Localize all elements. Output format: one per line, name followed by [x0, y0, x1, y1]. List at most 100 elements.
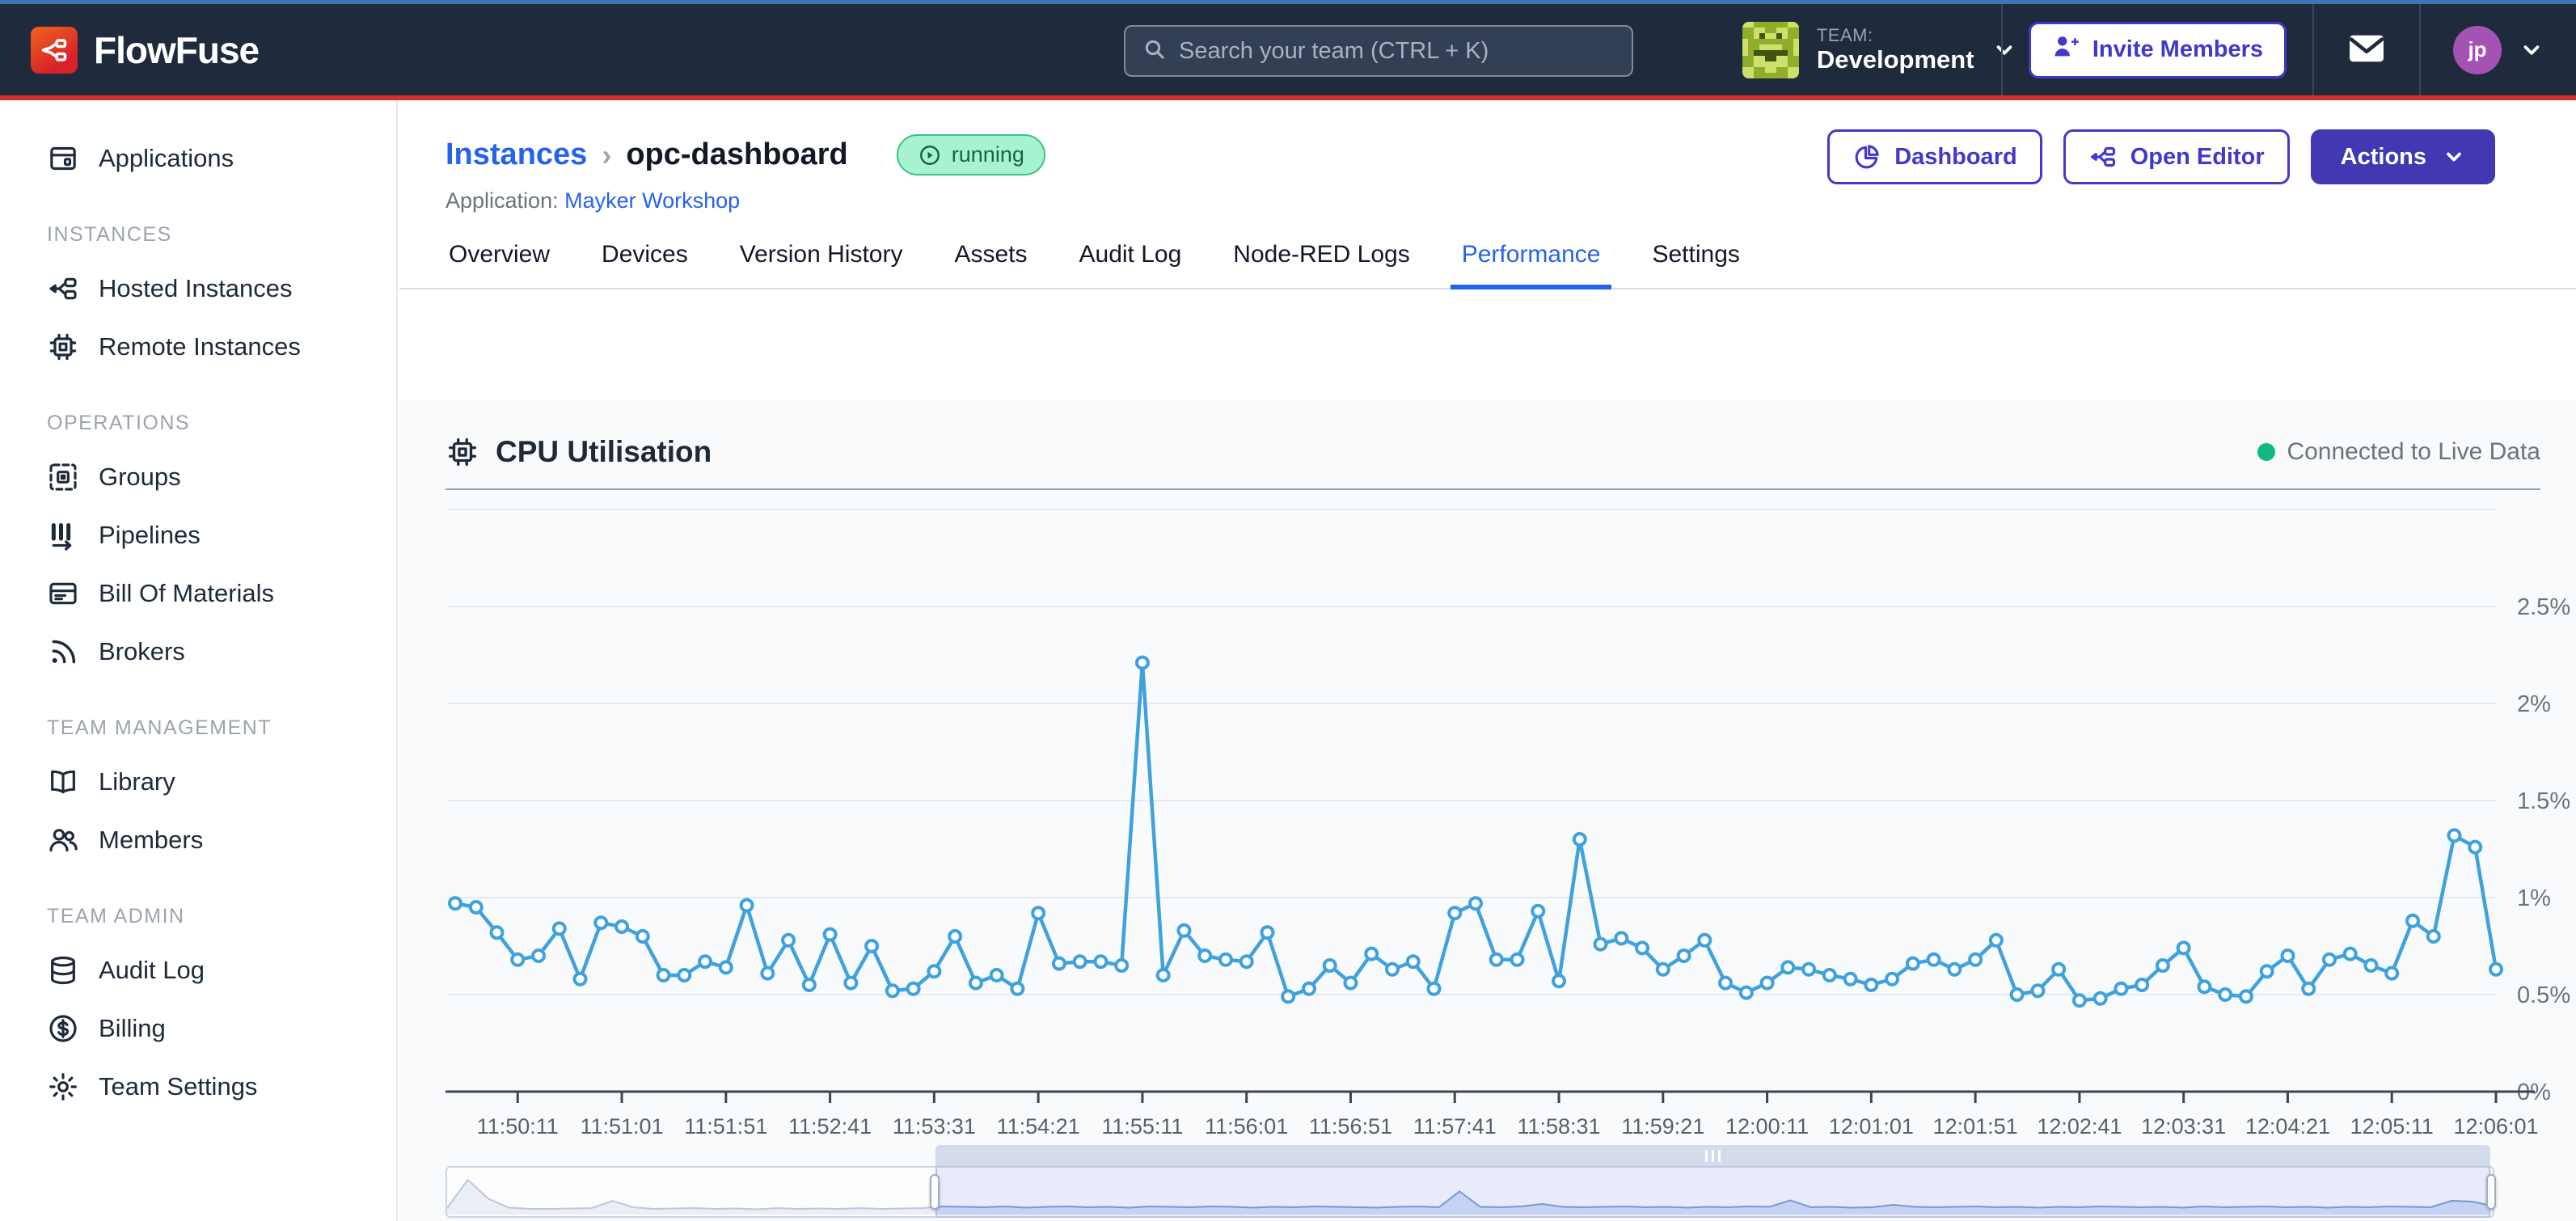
- svg-text:11:50:11: 11:50:11: [477, 1114, 559, 1139]
- svg-text:11:52:41: 11:52:41: [788, 1114, 872, 1139]
- sidebar-item-billing[interactable]: Billing: [0, 999, 396, 1058]
- sidebar-item-label: Bill Of Materials: [99, 579, 274, 608]
- sidebar-section-team-admin: TEAM ADMIN: [47, 905, 396, 928]
- navbar-right: TEAM: Development Invite Members: [1713, 4, 2576, 95]
- tab-devices[interactable]: Devices: [598, 241, 691, 288]
- svg-text:12:01:51: 12:01:51: [1933, 1114, 2018, 1139]
- brush-handle-left[interactable]: [930, 1174, 940, 1210]
- cpu-line-chart: 0%0.5%1%1.5%2%2.5%11:50:1111:51:0111:51:…: [446, 495, 2576, 1142]
- search-input-wrapper[interactable]: [1124, 25, 1633, 77]
- svg-text:12:02:41: 12:02:41: [2037, 1114, 2122, 1139]
- svg-text:12:04:21: 12:04:21: [2245, 1114, 2330, 1139]
- search-icon: [1142, 36, 1168, 66]
- notifications-button[interactable]: [2314, 32, 2419, 67]
- svg-text:2%: 2%: [2517, 691, 2551, 717]
- pipelines-icon: [47, 519, 79, 551]
- sidebar-section-team-management: TEAM MANAGEMENT: [47, 716, 396, 740]
- svg-text:12:01:01: 12:01:01: [1829, 1114, 1914, 1139]
- live-status: Connected to Live Data: [2257, 438, 2540, 466]
- cpu-chip-icon: [47, 331, 79, 363]
- fork-icon: [47, 273, 79, 305]
- sidebar-item-groups[interactable]: Groups: [0, 448, 396, 506]
- tab-overview[interactable]: Overview: [446, 241, 553, 288]
- pie-chart-icon: [1852, 142, 1881, 171]
- main-content: Instances › opc-dashboard running Applic…: [399, 100, 2576, 1221]
- svg-text:11:59:21: 11:59:21: [1621, 1114, 1704, 1139]
- svg-text:11:53:31: 11:53:31: [893, 1114, 976, 1139]
- sidebar-item-hosted-instances[interactable]: Hosted Instances: [0, 260, 396, 318]
- svg-text:12:05:11: 12:05:11: [2350, 1114, 2434, 1139]
- user-plus-icon: [2052, 33, 2080, 67]
- sidebar-item-library[interactable]: Library: [0, 753, 396, 811]
- sidebar: Applications INSTANCES Hosted Instances …: [0, 100, 398, 1221]
- dashboard-button-label: Dashboard: [1894, 144, 2016, 171]
- sidebar-item-members[interactable]: Members: [0, 811, 396, 869]
- team-avatar: [1742, 22, 1799, 78]
- svg-text:2.5%: 2.5%: [2517, 594, 2570, 620]
- open-editor-button[interactable]: Open Editor: [2063, 129, 2290, 184]
- user-avatar: jp: [2453, 26, 2502, 74]
- tab-audit-log[interactable]: Audit Log: [1076, 241, 1185, 288]
- tab-performance[interactable]: Performance: [1459, 241, 1604, 288]
- sidebar-item-label: Brokers: [99, 637, 185, 666]
- brush-selected-region[interactable]: [935, 1166, 2490, 1218]
- application-link[interactable]: Mayker Workshop: [564, 188, 740, 213]
- sidebar-item-remote-instances[interactable]: Remote Instances: [0, 318, 396, 376]
- sidebar-item-pipelines[interactable]: Pipelines: [0, 506, 396, 564]
- svg-text:11:55:11: 11:55:11: [1101, 1114, 1183, 1139]
- performance-panel: CPU Utilisation Connected to Live Data 0…: [399, 399, 2576, 1221]
- sidebar-item-label: Library: [99, 767, 175, 796]
- application-label: Application:: [446, 188, 559, 213]
- brush-selection[interactable]: [935, 1145, 2490, 1219]
- cpu-chip-icon: [446, 435, 479, 469]
- svg-text:12:06:01: 12:06:01: [2453, 1114, 2538, 1139]
- chevron-down-icon: [2519, 38, 2544, 62]
- user-menu[interactable]: jp: [2421, 26, 2576, 74]
- search-input[interactable]: [1179, 38, 1615, 65]
- panel-title-label: CPU Utilisation: [496, 435, 712, 469]
- database-icon: [47, 954, 79, 987]
- team-name: Development: [1817, 45, 1974, 74]
- sidebar-item-bill-of-materials[interactable]: Bill Of Materials: [0, 564, 396, 623]
- panel-divider: [446, 488, 2540, 490]
- open-editor-button-label: Open Editor: [2130, 144, 2265, 171]
- brush-handle-right[interactable]: [2486, 1174, 2496, 1210]
- sidebar-item-label: Pipelines: [99, 521, 201, 550]
- sidebar-item-label: Members: [99, 826, 203, 855]
- svg-text:12:00:11: 12:00:11: [1725, 1114, 1809, 1139]
- breadcrumb-instances-link[interactable]: Instances: [446, 137, 587, 172]
- play-circle-icon: [918, 143, 942, 167]
- users-icon: [47, 824, 79, 856]
- team-selector[interactable]: TEAM: Development: [1713, 22, 2001, 78]
- invite-members-button[interactable]: Invite Members: [2029, 22, 2287, 78]
- logo-text: FlowFuse: [94, 28, 259, 72]
- tab-node-red-logs[interactable]: Node-RED Logs: [1230, 241, 1413, 288]
- top-navbar: FlowFuse: [0, 0, 2576, 100]
- sidebar-item-audit-log[interactable]: Audit Log: [0, 941, 396, 999]
- sidebar-section-instances: INSTANCES: [47, 223, 396, 247]
- applications-icon: [47, 142, 79, 175]
- sidebar-item-brokers[interactable]: Brokers: [0, 623, 396, 681]
- sidebar-item-team-settings[interactable]: Team Settings: [0, 1058, 396, 1116]
- sidebar-item-label: Team Settings: [99, 1072, 257, 1101]
- svg-text:0.5%: 0.5%: [2517, 982, 2570, 1008]
- actions-button[interactable]: Actions: [2311, 129, 2495, 184]
- svg-text:11:54:21: 11:54:21: [997, 1114, 1080, 1139]
- brush-drag-bar[interactable]: [935, 1145, 2490, 1166]
- tab-assets[interactable]: Assets: [951, 241, 1030, 288]
- svg-text:1%: 1%: [2517, 885, 2551, 911]
- tab-settings[interactable]: Settings: [1649, 241, 1742, 288]
- flowfuse-logo[interactable]: FlowFuse: [0, 27, 259, 74]
- svg-text:11:56:51: 11:56:51: [1309, 1114, 1392, 1139]
- status-badge-label: running: [952, 142, 1024, 167]
- breadcrumb-separator: ›: [602, 138, 611, 172]
- actions-button-label: Actions: [2341, 144, 2426, 171]
- header-buttons: Dashboard Open Editor Actions: [1827, 129, 2495, 184]
- sidebar-item-applications[interactable]: Applications: [0, 129, 396, 188]
- team-text: TEAM: Development: [1817, 25, 1974, 74]
- tab-version-history[interactable]: Version History: [737, 241, 906, 288]
- svg-text:11:56:01: 11:56:01: [1205, 1114, 1288, 1139]
- bill-of-materials-icon: [47, 577, 79, 610]
- chart-range-brush: [446, 1145, 2494, 1219]
- dashboard-button[interactable]: Dashboard: [1827, 129, 2042, 184]
